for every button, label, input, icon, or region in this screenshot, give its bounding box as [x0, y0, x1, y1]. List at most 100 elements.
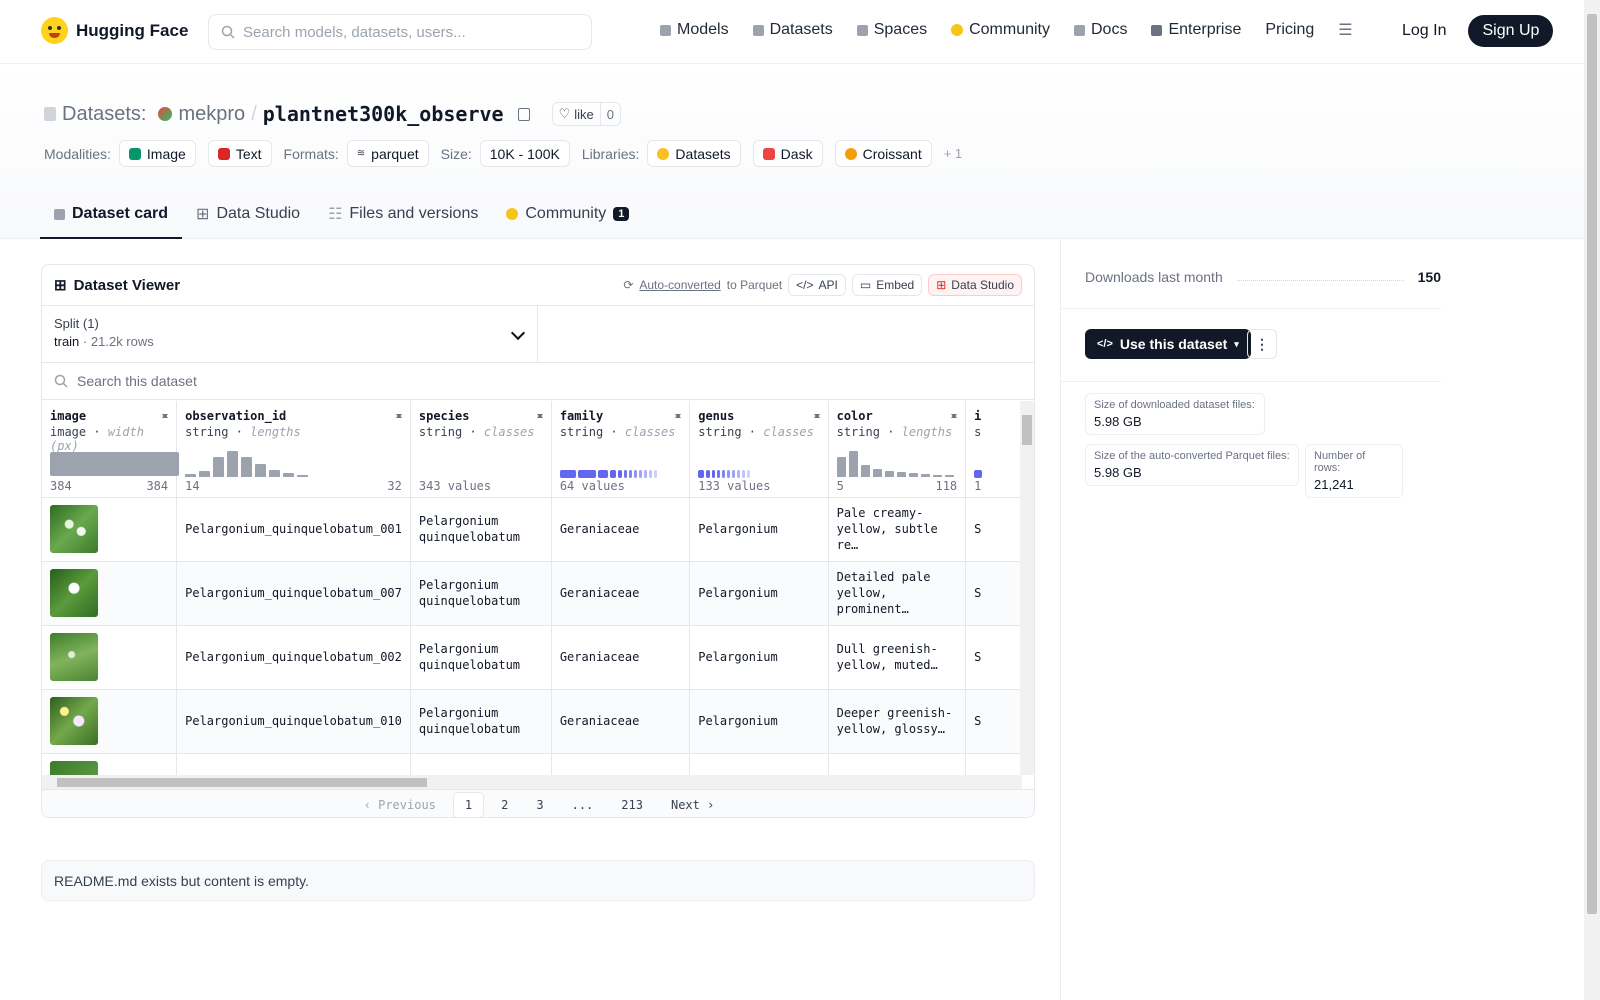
plant-thumbnail[interactable]: [50, 569, 98, 617]
column-header-color[interactable]: color string · lengths 5 118: [828, 401, 967, 498]
use-dataset-button[interactable]: </> Use this dataset ▾: [1085, 329, 1251, 359]
page-scrollbar[interactable]: [1584, 0, 1600, 1000]
api-button[interactable]: </> API: [788, 274, 846, 296]
community-icon: [506, 208, 519, 220]
embed-button[interactable]: ▭ Embed: [851, 274, 923, 296]
sort-icon[interactable]: [675, 411, 682, 421]
sort-icon[interactable]: [162, 411, 169, 421]
repo-header: Datasets: mekpro / plantnet300k_observe …: [0, 64, 1584, 239]
column-header-image[interactable]: image image · width (px) 384 384: [42, 401, 179, 498]
split-select[interactable]: Split (1) train · 21.2k rows: [42, 306, 538, 362]
nav-enterprise[interactable]: Enterprise: [1151, 20, 1241, 40]
cell-image[interactable]: [42, 561, 178, 626]
readme-notice: README.md exists but content is empty.: [41, 860, 1035, 901]
cell-species: Pelargonium quinquelobatum: [410, 689, 552, 754]
like-button[interactable]: ♡ like 0: [551, 102, 621, 126]
dataset-search-input[interactable]: [77, 373, 477, 389]
column-name: family: [559, 409, 604, 423]
cell-color: Deeper greenish-yellow, glossy…: [828, 689, 967, 754]
column-type-sub: classes: [483, 425, 535, 439]
tab-data-studio[interactable]: ⊞ Data Studio: [182, 191, 314, 239]
global-search[interactable]: [208, 14, 592, 50]
signup-button[interactable]: Sign Up: [1468, 15, 1554, 47]
brand-name: Hugging Face: [76, 20, 189, 40]
table-row[interactable]: Pelargonium_quinquelobatum_007 Pelargoni…: [42, 561, 1022, 626]
owner-link[interactable]: mekpro: [178, 103, 245, 126]
library-datasets-tag[interactable]: Datasets: [647, 140, 741, 167]
cell-truncated: S: [965, 497, 1022, 562]
copy-icon[interactable]: [517, 107, 530, 121]
cell-image[interactable]: [42, 689, 178, 754]
dataset-search[interactable]: [42, 363, 1034, 400]
sort-icon[interactable]: [536, 411, 543, 421]
next-page-button[interactable]: Next ›: [660, 793, 725, 817]
search-icon: [221, 25, 235, 39]
global-search-input[interactable]: [243, 23, 563, 41]
grid-icon: [856, 24, 868, 36]
plant-thumbnail[interactable]: [50, 697, 98, 745]
sort-icon[interactable]: [813, 411, 820, 421]
horizontal-scrollbar[interactable]: [42, 775, 1022, 789]
tab-dataset-card[interactable]: Dataset card: [40, 191, 183, 239]
column-header-species[interactable]: species string · classes 343 values: [410, 401, 552, 498]
repo-name[interactable]: plantnet300k_observe: [263, 102, 504, 126]
cell-image[interactable]: [42, 753, 178, 775]
column-header-truncated[interactable]: is 1: [965, 401, 1022, 498]
plant-thumbnail[interactable]: [50, 505, 98, 553]
files-icon: ☷: [328, 206, 343, 223]
column-type: s: [974, 425, 982, 439]
cell-image[interactable]: [42, 625, 178, 690]
column-header-family[interactable]: family string · classes 64 values: [551, 401, 691, 498]
sort-icon[interactable]: [951, 411, 958, 421]
nav-links: Models Datasets Spaces Community Docs En…: [660, 20, 1353, 40]
column-header-observation-id[interactable]: observation_id string · lengths 14 32: [176, 401, 411, 498]
plant-thumbnail[interactable]: [50, 633, 98, 681]
page-last-button[interactable]: 213: [610, 793, 654, 817]
cube-icon: [54, 208, 65, 220]
nav-models[interactable]: Models: [660, 20, 729, 40]
modality-image-tag[interactable]: Image: [118, 140, 196, 167]
auto-converted-link[interactable]: Auto-converted: [639, 278, 720, 292]
nav-datasets[interactable]: Datasets: [752, 20, 833, 40]
data-studio-button[interactable]: ⊞ Data Studio: [928, 274, 1022, 296]
previous-page-button[interactable]: ‹ Previous: [353, 793, 447, 817]
nav-docs[interactable]: Docs: [1074, 20, 1127, 40]
embed-icon: ▭: [859, 278, 872, 292]
table-row[interactable]: [42, 753, 1022, 775]
tab-files-versions[interactable]: ☷ Files and versions: [314, 191, 492, 239]
nav-spaces[interactable]: Spaces: [856, 20, 927, 40]
next-label: Next: [670, 797, 700, 812]
croissant-icon: [844, 147, 857, 160]
column-type-sub: lengths: [901, 425, 953, 439]
plant-thumbnail[interactable]: [50, 761, 98, 775]
menu-icon[interactable]: ☰: [1338, 20, 1352, 40]
modality-text-tag[interactable]: Text: [207, 140, 272, 167]
cell-image[interactable]: [42, 497, 178, 562]
tab-community[interactable]: Community 1: [492, 191, 643, 239]
scroll-thumb[interactable]: [1587, 14, 1597, 914]
cell-family: Geraniaceae: [551, 625, 691, 690]
more-libraries[interactable]: + 1: [944, 146, 962, 161]
table-row[interactable]: Pelargonium_quinquelobatum_002 Pelargoni…: [42, 625, 1022, 690]
table-row[interactable]: Pelargonium_quinquelobatum_010 Pelargoni…: [42, 689, 1022, 754]
format-parquet-tag[interactable]: ≋ parquet: [346, 140, 429, 167]
nav-pricing[interactable]: Pricing: [1265, 20, 1314, 40]
more-options-button[interactable]: ⋮: [1247, 329, 1277, 359]
page-2-button[interactable]: 2: [490, 793, 519, 817]
login-link[interactable]: Log In: [1392, 22, 1456, 40]
page-3-button[interactable]: 3: [525, 793, 554, 817]
column-header-genus[interactable]: genus string · classes 133 values: [689, 401, 829, 498]
table-row[interactable]: Pelargonium_quinquelobatum_001 Pelargoni…: [42, 497, 1022, 562]
brand[interactable]: Hugging Face: [41, 17, 188, 44]
scroll-thumb[interactable]: [57, 778, 427, 787]
vertical-scrollbar[interactable]: [1020, 401, 1034, 775]
library-croissant-tag[interactable]: Croissant: [834, 140, 932, 167]
size-tag[interactable]: 10K - 100K: [479, 140, 570, 167]
scroll-thumb[interactable]: [1022, 415, 1032, 445]
nav-community[interactable]: Community: [951, 20, 1050, 40]
cell-truncated: S: [965, 625, 1022, 690]
column-type: string · classes: [559, 425, 676, 439]
library-dask-tag[interactable]: Dask: [752, 140, 823, 167]
page-1-button[interactable]: 1: [452, 791, 485, 817]
sort-icon[interactable]: [395, 411, 402, 421]
